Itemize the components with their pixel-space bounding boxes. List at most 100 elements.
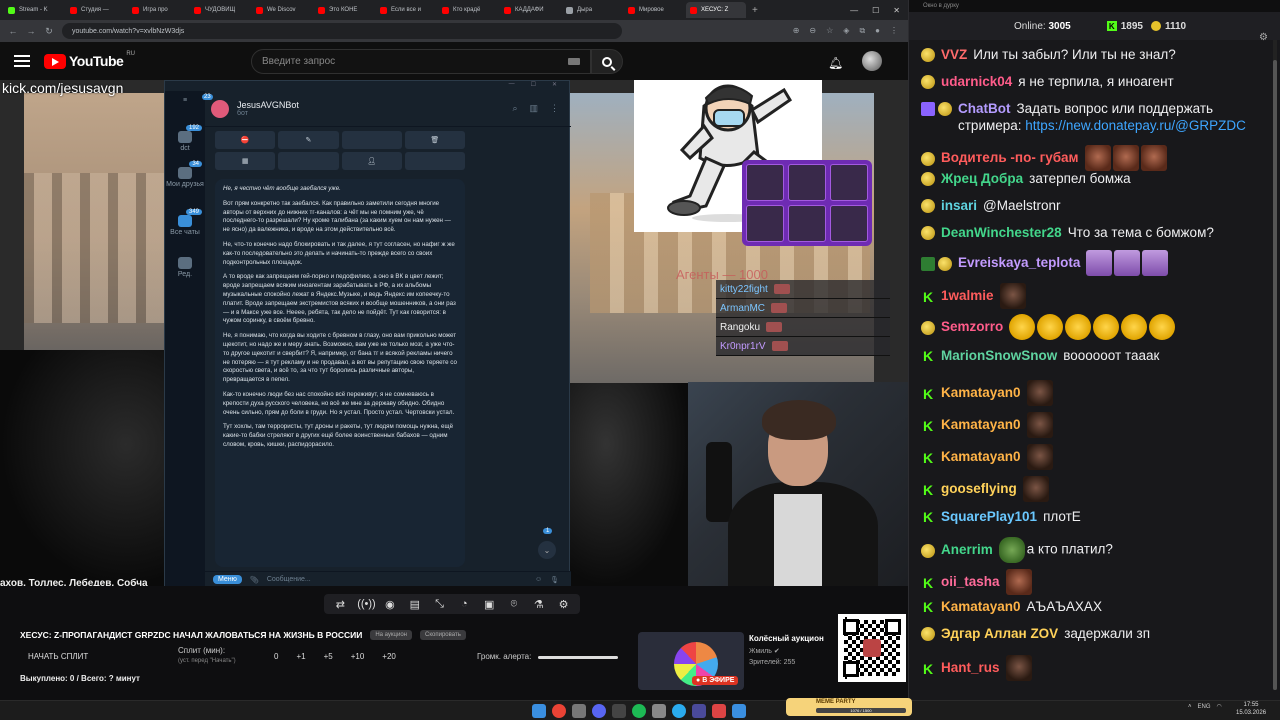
chat-username[interactable]: oii_tasha <box>941 574 1000 589</box>
chat-message[interactable]: K SquarePlay101 плотЕ <box>921 508 1267 525</box>
chat-username[interactable]: Kamatayan0 <box>941 417 1021 432</box>
auction-thumbnail[interactable]: ● В ЭФИРЕ <box>638 632 744 690</box>
browser-tab[interactable]: Игра про <box>128 2 188 18</box>
chat-message[interactable]: K Kamatayan0 АЪАЪАХАХ <box>921 598 1267 615</box>
maximize-icon[interactable]: ☐ <box>872 6 879 15</box>
browser-tab[interactable]: КАДДАФИ <box>500 2 560 18</box>
chat-link[interactable]: https://new.donatepay.ru/@GRPZDC <box>1025 118 1246 133</box>
close-icon[interactable]: ✕ <box>893 6 900 15</box>
start-split-button[interactable]: НАЧАТЬ СПЛИТ <box>28 652 88 661</box>
browser-tab[interactable]: Мировое <box>624 2 684 18</box>
tray-arrow-icon[interactable]: ˄ <box>1188 704 1192 710</box>
more-icon[interactable]: ⋮ <box>550 103 559 114</box>
chat-message[interactable]: VVZ Или ты забыл? Или ты не знал? <box>921 46 1267 63</box>
avatar[interactable] <box>862 51 882 71</box>
bot-button-pin-icon[interactable]: ✎ <box>278 131 339 149</box>
chat-username[interactable]: Kamatayan0 <box>941 599 1021 614</box>
chat-username[interactable]: Evreiskaya_teplota <box>958 255 1080 270</box>
browser-tab[interactable]: Это КОНЕ <box>314 2 374 18</box>
chat-username[interactable]: udarnick04 <box>941 74 1012 89</box>
chat-message[interactable]: K Kamatayan0 <box>921 444 1267 470</box>
chat-message[interactable]: ChatBot Задать вопрос или поддержать стри… <box>921 100 1267 134</box>
obs-icon[interactable] <box>612 704 626 718</box>
broadcast-icon[interactable]: ((•)) <box>357 598 376 610</box>
close-icon[interactable]: ✕ <box>552 81 557 91</box>
bot-button-blank-3[interactable] <box>404 152 465 170</box>
chat-message[interactable]: Эдгар Аллан ZOV задержали зп <box>921 625 1267 642</box>
gauge-icon[interactable]: ◔ <box>456 598 472 610</box>
reload-icon[interactable]: ↻ <box>44 26 54 37</box>
search-input[interactable]: Введите запрос <box>251 49 591 74</box>
telegram-chat-header[interactable]: 23 JesusAVGNBot бот ⌕ ▥ ⋮ <box>202 91 571 127</box>
chat-username[interactable]: VVZ <box>941 47 967 62</box>
zoom-icon[interactable]: ⊖ <box>809 26 816 36</box>
app-icon-4[interactable] <box>732 704 746 718</box>
chat-message[interactable]: udarnick04 я не терпила, я иноагент <box>921 73 1267 90</box>
chat-message[interactable]: Koii_tasha <box>921 569 1267 595</box>
clock[interactable]: 17:55 15.03.2026 <box>1236 702 1266 718</box>
message-input[interactable]: Сообщение... <box>267 576 311 583</box>
screen-share-icon[interactable]: ▣ <box>481 598 497 611</box>
browser-tab[interactable]: Студия — <box>66 2 126 18</box>
sidebar-item-all-chats[interactable]: 349 Все чаты <box>165 209 205 236</box>
bell-icon[interactable]: 🔔︎ <box>828 56 843 70</box>
chat-message[interactable]: Evreiskaya_teplota <box>921 250 1267 276</box>
extension-icon[interactable]: ◈ <box>843 26 849 36</box>
chat-username[interactable]: ChatBot <box>958 101 1011 116</box>
chat-scrollbar[interactable] <box>1273 40 1277 690</box>
bot-button-calendar-icon[interactable]: ▦ <box>215 152 276 170</box>
chat-username[interactable]: Жрец Добра <box>941 171 1023 186</box>
chat-username[interactable]: insari <box>941 198 977 213</box>
auction-title[interactable]: Колёсный аукцион <box>749 634 824 643</box>
split-step-button[interactable]: +1 <box>296 652 305 661</box>
chat-username[interactable]: DeanWinchester28 <box>941 225 1062 240</box>
chat-message[interactable]: K Kamatayan0 <box>921 380 1267 406</box>
mic-icon[interactable]: 🎙︎ <box>550 576 559 584</box>
browser-tab[interactable]: Если все и <box>376 2 436 18</box>
chrome-icon[interactable] <box>552 704 566 718</box>
browser-tab[interactable]: We Discov <box>252 2 312 18</box>
chat-messages[interactable]: VVZ Или ты забыл? Или ты не знал? udarnick… <box>921 40 1267 690</box>
settings-gear-icon[interactable]: ⚙ <box>556 598 572 611</box>
chat-message[interactable]: K 1walmie <box>921 283 1267 309</box>
split-step-button[interactable]: +20 <box>382 652 396 661</box>
new-tab-icon[interactable]: + <box>752 5 758 16</box>
browser-tab[interactable]: Кто крадё <box>438 2 498 18</box>
attach-icon[interactable]: 📎︎ <box>250 576 259 584</box>
repeat-icon[interactable]: ⇄ <box>332 598 348 611</box>
extensions-puzzle-icon[interactable]: ⧉ <box>859 26 865 36</box>
bot-button-stop-icon[interactable]: ⛔ <box>215 131 276 149</box>
bot-button-blank-2[interactable] <box>278 152 339 170</box>
app-icon[interactable] <box>652 704 666 718</box>
split-step-button[interactable]: +5 <box>324 652 333 661</box>
minimize-icon[interactable]: — <box>850 6 858 15</box>
chat-message[interactable]: Водитель -по- губам <box>921 145 1267 171</box>
clapper-icon[interactable]: ▤ <box>407 598 423 611</box>
chat-username[interactable]: Водитель -по- губам <box>941 150 1079 165</box>
video-player[interactable]: kick.com/jesusavgn ахов, Толлес, Лебедев… <box>0 80 908 586</box>
search-button[interactable] <box>591 49 623 74</box>
menu-dots-icon[interactable]: ⋮ <box>890 26 898 36</box>
hamburger-icon[interactable]: ≡ <box>165 97 205 104</box>
split-step-button[interactable]: +10 <box>351 652 365 661</box>
language-indicator[interactable]: ENG <box>1198 704 1211 710</box>
chat-message[interactable]: Anerrim а кто платил? <box>921 537 1267 563</box>
wifi-icon[interactable]: ◠ <box>1217 703 1222 710</box>
url-field[interactable]: youtube.com/watch?v=xvlbNzW3djs <box>62 23 622 39</box>
youtube-logo[interactable]: YouTube RU <box>44 51 135 69</box>
app-icon-2[interactable] <box>692 704 706 718</box>
browser-tab[interactable]: ХЕСУС: Z <box>686 2 746 18</box>
bot-menu-button[interactable]: Меню <box>213 575 242 584</box>
meme-party-widget[interactable]: MEME PARTY 1076 / 1500 <box>786 698 912 716</box>
resize-icon[interactable]: ⤡ <box>432 598 448 611</box>
sidebar-item-friends[interactable]: 34 Мои друзья <box>165 161 205 188</box>
chat-username[interactable]: Эдгар Аллан ZOV <box>941 626 1058 641</box>
maximize-icon[interactable]: ☐ <box>531 81 536 91</box>
camera-icon[interactable]: ⌾ <box>506 598 522 611</box>
app-icon-3[interactable] <box>712 704 726 718</box>
chat-message[interactable]: insari @Maelstronr <box>921 197 1267 214</box>
scroll-down-button[interactable]: ⌄ <box>538 541 556 559</box>
chat-username[interactable]: Anerrim <box>941 542 993 557</box>
chat-message[interactable]: DeanWinchester28 Что за тема с бомжом? <box>921 224 1267 241</box>
spotify-icon[interactable] <box>632 704 646 718</box>
